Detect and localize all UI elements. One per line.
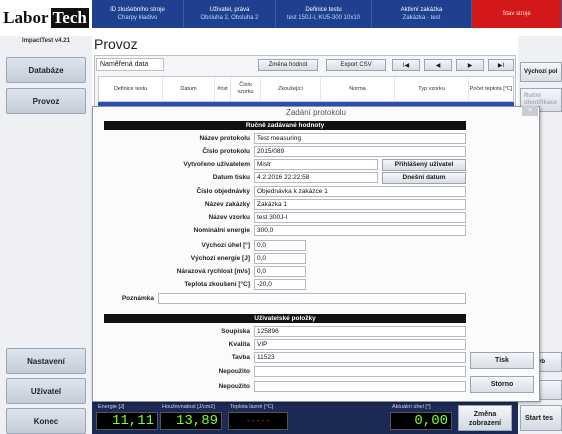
poznamka-label: Poznámka — [121, 295, 154, 302]
column-header[interactable]: Norma — [321, 77, 395, 101]
nav-databaze-button[interactable]: Databáze — [6, 57, 86, 83]
nazev-protokolu-label: Název protokolu — [199, 135, 250, 142]
zmena-zobrazeni-button[interactable]: Změna zobrazení — [458, 405, 512, 431]
nominalni-energie-field[interactable]: 300,0 — [254, 225, 466, 236]
section-manual-values: Ručně zadávané hodnoty — [104, 121, 466, 130]
soupiska-field[interactable]: 125896 — [254, 326, 466, 337]
export-csv-button[interactable]: Export CSV — [326, 59, 386, 71]
app-version: ImpactTest v4.21 — [22, 38, 70, 44]
aktualni-uhel-meter: 0,00 — [390, 412, 452, 430]
nazev-protokolu-field[interactable]: Test measuring — [254, 133, 466, 144]
teplota-zkouseni-field[interactable]: -20,0 — [254, 279, 306, 290]
prev-record-button[interactable]: ◀ — [424, 59, 452, 71]
header-active-order-value: Zakázka - test — [402, 15, 441, 21]
aktualni-uhel-label: Aktuální úhel [°] — [392, 404, 431, 410]
datum-tisku-field[interactable]: 4.2.2016 22:22:58 — [254, 172, 378, 183]
teplota-lazne-meter: ----- — [228, 412, 288, 430]
tab-namerena-data[interactable]: Naměřená data — [96, 58, 164, 71]
logo-text-tech: Tech — [50, 8, 89, 28]
datum-tisku-label: Datum tisku — [212, 174, 250, 181]
nazev-zakazky-label: Název zakázky — [204, 201, 250, 208]
nav-uzivatel-button[interactable]: Uživatel — [6, 378, 86, 404]
dnesni-datum-button[interactable]: Dnešní datum — [382, 172, 466, 184]
zobrazeni-label: zobrazení — [468, 420, 502, 427]
kvalita-label: Kvalita — [228, 341, 250, 348]
column-header[interactable]: Datum — [163, 77, 215, 101]
header-user: Uživatel, práva Obsluha 2, Obsluha 2 — [184, 0, 276, 28]
cislo-protokolu-label: Číslo protokolu — [202, 148, 250, 155]
vychozi-energie-field[interactable]: 0,0 — [254, 253, 306, 264]
start-test-button[interactable]: Start tes — [520, 405, 562, 431]
vychozi-uhel-label: Výchozí úhel [°] — [201, 242, 250, 249]
nepouzito-1-label: Nepoužito — [218, 368, 250, 375]
header-machine-id: ID zkušebního stroje Charpy kladivo — [92, 0, 184, 28]
column-header[interactable]: Typ vzorku — [395, 77, 469, 101]
column-header[interactable]: Počet teplota [°C] — [469, 77, 513, 101]
header-machine-status: Stav stroje — [472, 0, 562, 28]
data-table-header: Definice testu Datum #nst Číslo vzorku Z… — [98, 76, 514, 102]
nav-provoz-button[interactable]: Provoz — [6, 88, 86, 114]
houzevnatost-meter: 13,89 — [160, 412, 222, 430]
header-machine-id-label: ID zkušebního stroje — [110, 7, 165, 13]
storno-button[interactable]: Storno — [470, 376, 534, 393]
header-machine-status-label: Stav stroje — [502, 11, 531, 17]
nazev-zakazky-field[interactable]: Zakázka 1 — [254, 199, 466, 210]
poznamka-field[interactable] — [158, 293, 466, 304]
close-icon[interactable]: × — [522, 106, 538, 116]
narazova-rychlost-field[interactable]: 0,0 — [254, 266, 306, 277]
narazova-rychlost-label: Nárazová rychlost [m/s] — [176, 268, 250, 275]
nav-nastaveni-button[interactable]: Nastavení — [6, 348, 86, 374]
header-machine-id-value: Charpy kladivo — [117, 15, 158, 21]
soupiska-label: Soupiska — [221, 328, 250, 335]
nazev-vzorku-field[interactable]: test 300J-I — [254, 212, 466, 223]
rucni-label: Ruční — [524, 93, 541, 99]
cislo-protokolu-field[interactable]: 2015/089 — [254, 146, 466, 157]
nepouzito-2-field[interactable] — [254, 381, 466, 392]
labortech-logo: Labor Tech — [0, 0, 92, 36]
header-test-definition-label: Definice testu — [305, 7, 342, 13]
vytvoreno-field[interactable]: Mistr — [254, 159, 378, 170]
nepouzito-2-label: Nepoužito — [218, 383, 250, 390]
header-active-order: Aktivní zakázka Zakázka - test — [372, 0, 472, 28]
energie-meter: 11,11 — [96, 412, 158, 430]
teplota-lazne-label: Teplota lázně [°C] — [230, 404, 274, 410]
header-user-value: Obsluha 2, Obsluha 2 — [200, 15, 259, 21]
tisk-button[interactable]: Tisk — [470, 352, 534, 369]
first-record-button[interactable]: I◀ — [392, 59, 420, 71]
header-user-label: Uživatel, práva — [209, 7, 250, 13]
header-bar: ID zkušebního stroje Charpy kladivo Uživ… — [92, 0, 562, 28]
nazev-vzorku-label: Název vzorku — [208, 214, 250, 221]
column-header[interactable]: #nst — [215, 77, 231, 101]
page-title: Provoz — [94, 36, 138, 52]
kvalita-field[interactable]: VIP — [254, 339, 466, 350]
next-record-button[interactable]: ▶ — [456, 59, 484, 71]
nav-konec-button[interactable]: Konec — [6, 408, 86, 434]
tavba-label: Tavba — [231, 354, 250, 361]
header-active-order-label: Aktivní zakázka — [400, 7, 443, 13]
column-header[interactable]: Definice testu — [99, 77, 163, 101]
header-test-definition-value: test 150J-I, KU5-300 10x10 — [286, 15, 361, 21]
zmena-hodnot-button[interactable]: Změna hodnot — [258, 59, 318, 71]
dialog-title: Zadání protokolu — [285, 108, 347, 117]
energie-label: Energie [J] — [98, 404, 125, 410]
header-test-definition: Definice testu test 150J-I, KU5-300 10x1… — [276, 0, 372, 28]
tavba-field[interactable]: 11523 — [254, 352, 466, 363]
houzevnatost-label: Houževnatost [J/cm2] — [162, 404, 215, 410]
column-header[interactable]: Číslo vzorku — [231, 77, 261, 101]
vychozi-energie-label: Výchozí energie [J] — [190, 255, 250, 262]
logo-text-labor: Labor — [3, 8, 49, 27]
section-user-items: Uživatelské položky — [104, 314, 466, 323]
last-record-button[interactable]: ▶I — [488, 59, 514, 71]
teplota-zkouseni-label: Teplota zkoušení [°C] — [184, 281, 250, 288]
vychozi-uhel-field[interactable]: 0,0 — [254, 240, 306, 251]
cislo-objednavky-field[interactable]: Objednávka k zakázce 1 — [254, 186, 466, 197]
column-header[interactable]: Zkoušející — [261, 77, 321, 101]
nominalni-energie-label: Nominální energie — [193, 227, 250, 234]
vytvoreno-label: Vytvořeno uživatelem — [183, 161, 250, 168]
cislo-objednavky-label: Číslo objednávky — [196, 188, 250, 195]
zmena-label: Změna — [473, 411, 497, 418]
vychozi-poloha-button[interactable]: Výchozí pol — [520, 62, 562, 82]
nepouzito-1-field[interactable] — [254, 366, 466, 377]
prihlaseny-uzivatel-button[interactable]: Přihlášený uživatel — [382, 159, 466, 171]
